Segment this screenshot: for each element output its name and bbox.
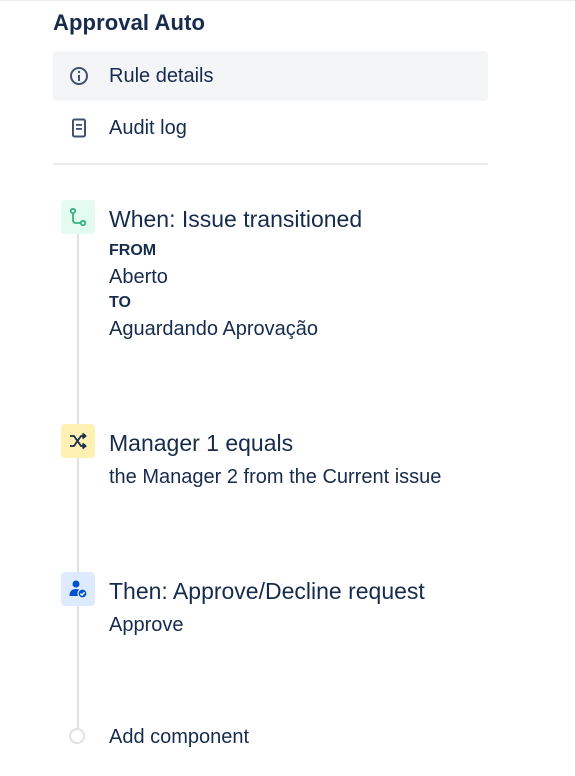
user-check-icon bbox=[61, 572, 95, 606]
top-border bbox=[0, 0, 575, 1]
add-component-circle-icon[interactable] bbox=[69, 728, 85, 744]
nav-item-audit-log[interactable]: Audit log bbox=[53, 103, 488, 153]
rule-title: Approval Auto bbox=[53, 10, 206, 35]
shuffle-icon bbox=[61, 424, 95, 458]
component-description: Approve bbox=[109, 614, 184, 636]
transition-icon bbox=[61, 200, 95, 234]
component-title: Then: Approve/Decline request bbox=[109, 578, 425, 604]
to-value: Aguardando Aprovação bbox=[109, 318, 319, 340]
nav-item-rule-details[interactable]: Rule details bbox=[53, 51, 488, 101]
to-label: TO bbox=[109, 294, 131, 311]
rule-panel: Approval Auto Rule details Audit log Whe… bbox=[0, 0, 575, 776]
info-icon bbox=[68, 65, 90, 87]
from-value: Aberto bbox=[109, 266, 168, 288]
component-title: Manager 1 equals bbox=[109, 430, 294, 456]
timeline-line bbox=[77, 220, 79, 730]
section-divider bbox=[53, 163, 488, 165]
document-icon bbox=[68, 117, 90, 139]
component-description: the Manager 2 from the Current issue bbox=[109, 466, 442, 488]
from-label: FROM bbox=[109, 242, 157, 259]
nav-item-label: Rule details bbox=[109, 64, 214, 87]
component-title: When: Issue transitioned bbox=[109, 206, 363, 232]
add-component-button[interactable]: Add component bbox=[109, 726, 249, 749]
nav-item-label: Audit log bbox=[109, 116, 187, 139]
